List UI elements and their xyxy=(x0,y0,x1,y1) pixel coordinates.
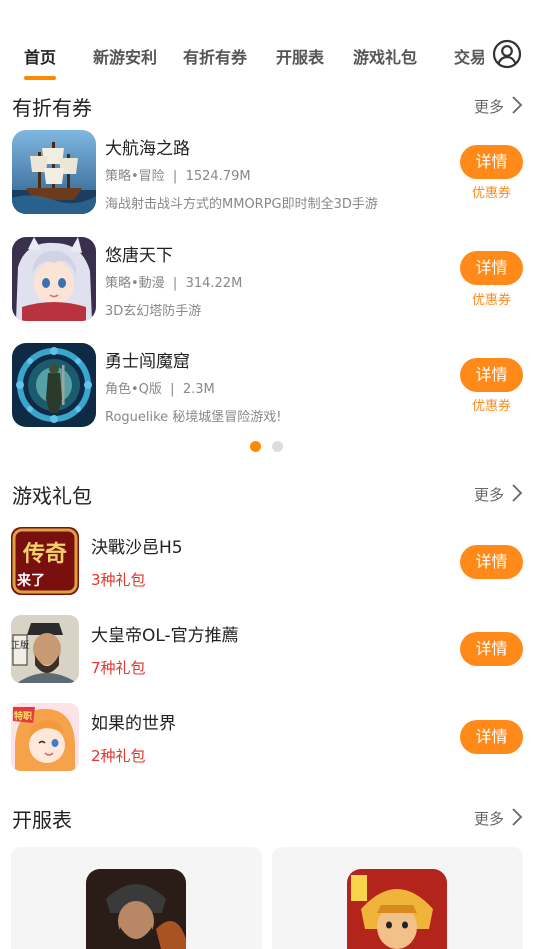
gift-game-name: 大皇帝OL-官方推薦 xyxy=(91,626,239,646)
gift-item[interactable]: 传奇 来了 決戰沙邑H5 3种礼包 详情 xyxy=(0,527,534,597)
gift-item[interactable]: 正版 大皇帝OL-官方推薦 7种礼包 详情 xyxy=(0,615,534,685)
game-meta: 策略•冒险 | 1524.79M xyxy=(105,169,251,184)
game-icon-anime-girl: 特职 xyxy=(11,703,79,771)
gift-item[interactable]: 特职 如果的世界 2种礼包 详情 xyxy=(0,703,534,773)
active-tab-indicator xyxy=(24,76,56,80)
gift-game-name: 決戰沙邑H5 xyxy=(91,538,183,558)
discount-section-header: 有折有券 更多 xyxy=(12,92,524,122)
game-name: 勇士闯魔窟 xyxy=(105,352,190,372)
game-icon-legend: 传奇 来了 xyxy=(11,527,79,595)
svg-text:正版: 正版 xyxy=(11,639,29,651)
game-icon-warrior-portal xyxy=(12,343,96,427)
server-more-link[interactable]: 更多 xyxy=(474,808,504,829)
game-meta: 策略•動漫 | 314.22M xyxy=(105,276,243,291)
tab-trade[interactable]: 交易 xyxy=(454,44,484,68)
gift-game-name: 如果的世界 xyxy=(91,714,176,734)
gift-more-link[interactable]: 更多 xyxy=(474,484,504,505)
discount-game-item[interactable]: 勇士闯魔窟 角色•Q版 | 2.3M Roguelike 秘境城堡冒险游戏! 详… xyxy=(0,343,534,429)
carousel-pager xyxy=(250,441,290,453)
gift-count: 3种礼包 xyxy=(91,571,146,589)
game-description: 海战射击战斗方式的MMORPG即时制全3D手游 xyxy=(105,197,378,212)
chevron-right-icon[interactable] xyxy=(510,482,524,504)
pager-dot[interactable] xyxy=(272,441,283,452)
discount-section-title: 有折有券 xyxy=(12,96,92,120)
server-section-title: 开服表 xyxy=(12,808,72,832)
game-description: 3D玄幻塔防手游 xyxy=(105,304,202,319)
detail-button[interactable]: 详情 xyxy=(460,251,523,285)
server-card[interactable] xyxy=(272,847,523,949)
top-tab-bar: 首页 新游安利 有折有券 开服表 游戏礼包 交易 xyxy=(0,0,534,84)
chevron-right-icon[interactable] xyxy=(510,94,524,116)
gift-count: 2种礼包 xyxy=(91,747,146,765)
tab-new-games[interactable]: 新游安利 xyxy=(93,44,157,68)
coupon-tag: 优惠券 xyxy=(471,186,511,201)
discount-game-item[interactable]: 大航海之路 策略•冒险 | 1524.79M 海战射击战斗方式的MMORPG即时… xyxy=(0,130,534,216)
tab-trade-clip: 交易 xyxy=(454,40,484,70)
tab-server-list[interactable]: 开服表 xyxy=(276,44,324,68)
game-name: 大航海之路 xyxy=(105,139,190,159)
game-icon-ship xyxy=(12,130,96,214)
svg-text:传奇: 传奇 xyxy=(22,541,67,567)
game-name: 悠唐天下 xyxy=(105,246,173,266)
tab-home[interactable]: 首页 xyxy=(24,44,56,68)
game-icon-anime-girl xyxy=(12,237,96,321)
game-icon-monkey-king xyxy=(347,869,447,949)
game-description: Roguelike 秘境城堡冒险游戏! xyxy=(105,410,282,425)
server-section-header: 开服表 更多 xyxy=(12,804,524,834)
gift-section-header: 游戏礼包 更多 xyxy=(12,480,524,510)
gift-count: 7种礼包 xyxy=(91,659,146,677)
game-icon-emperor: 正版 xyxy=(11,615,79,683)
pager-dot-active[interactable] xyxy=(250,441,261,452)
coupon-tag: 优惠券 xyxy=(471,399,511,414)
detail-button[interactable]: 详情 xyxy=(460,720,523,754)
tab-gift-packs[interactable]: 游戏礼包 xyxy=(353,44,417,68)
svg-text:特职: 特职 xyxy=(14,710,32,722)
discount-game-item[interactable]: 悠唐天下 策略•動漫 | 314.22M 3D玄幻塔防手游 详情 优惠券 xyxy=(0,237,534,323)
server-card[interactable] xyxy=(11,847,262,949)
coupon-tag: 优惠券 xyxy=(471,293,511,308)
detail-button[interactable]: 详情 xyxy=(460,545,523,579)
chevron-right-icon[interactable] xyxy=(510,806,524,828)
detail-button[interactable]: 详情 xyxy=(460,632,523,666)
game-meta: 角色•Q版 | 2.3M xyxy=(105,382,215,397)
tab-discount[interactable]: 有折有券 xyxy=(183,44,247,68)
detail-button[interactable]: 详情 xyxy=(460,358,523,392)
gift-section-title: 游戏礼包 xyxy=(12,484,92,508)
discount-more-link[interactable]: 更多 xyxy=(474,96,504,117)
detail-button[interactable]: 详情 xyxy=(460,145,523,179)
game-icon-warlord xyxy=(86,869,186,949)
user-circle-icon[interactable] xyxy=(492,39,522,69)
svg-text:来了: 来了 xyxy=(16,573,45,589)
